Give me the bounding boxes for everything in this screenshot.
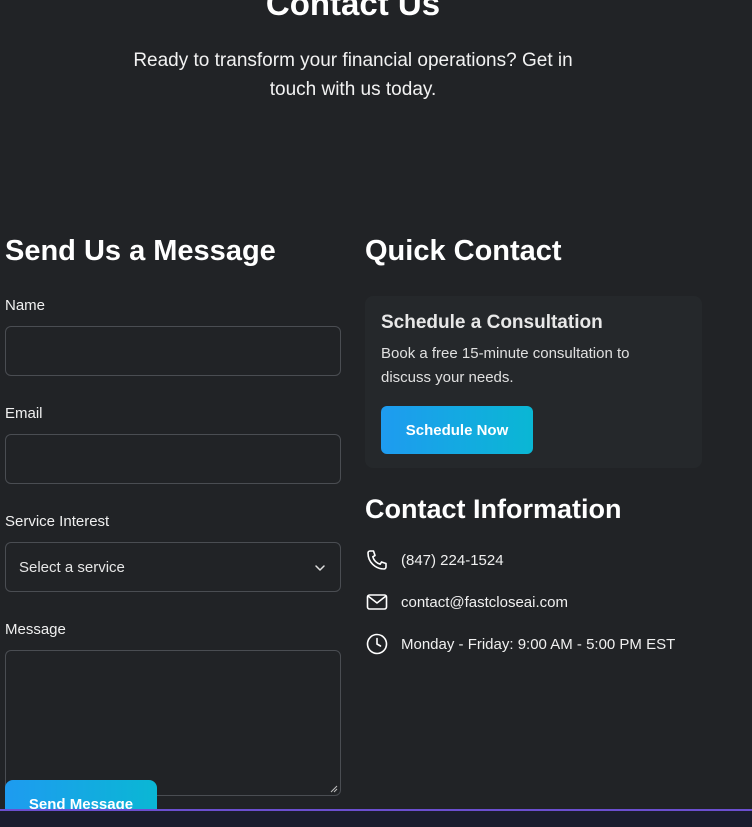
- chevron-down-icon: [315, 565, 325, 571]
- phone-icon: [367, 550, 387, 570]
- name-input[interactable]: [5, 326, 341, 376]
- contact-email[interactable]: contact@fastcloseai.com: [401, 594, 568, 611]
- page-title: Contact Us: [265, 0, 441, 22]
- hours-row: Monday - Friday: 9:00 AM - 5:00 PM EST: [365, 632, 675, 656]
- service-select[interactable]: Select a service: [5, 542, 341, 592]
- service-label: Service Interest: [5, 513, 110, 530]
- contact-page: Contact Us Ready to transform your finan…: [0, 0, 752, 827]
- phone-number[interactable]: (847) 224-1524: [401, 552, 504, 569]
- resize-grip-icon[interactable]: [329, 784, 338, 793]
- name-label: Name: [5, 297, 46, 314]
- footer-bar: [0, 809, 752, 827]
- clock-icon: [366, 633, 388, 655]
- contact-form: Send Us a Message Name Email Service Int…: [5, 232, 341, 796]
- consultation-text: Book a free 15-minute consultation to di…: [381, 345, 630, 386]
- mail-icon: [366, 594, 388, 610]
- consultation-title: Schedule a Consultation: [381, 312, 603, 333]
- contact-info-heading: Contact Information: [365, 494, 622, 524]
- page-subtitle: Ready to transform your financial operat…: [133, 50, 573, 100]
- quick-contact-section: Quick Contact Schedule a Consultation Bo…: [365, 232, 705, 655]
- form-heading: Send Us a Message: [5, 235, 276, 267]
- service-select-value: Select a service: [19, 558, 125, 576]
- schedule-now-button[interactable]: Schedule Now: [381, 406, 533, 454]
- business-hours: Monday - Friday: 9:00 AM - 5:00 PM EST: [401, 635, 676, 653]
- email-input[interactable]: [5, 434, 341, 484]
- email-row: contact@fastcloseai.com: [365, 590, 568, 614]
- quick-contact-heading: Quick Contact: [365, 235, 562, 267]
- phone-row: (847) 224-1524: [365, 548, 504, 572]
- consultation-card: Schedule a Consultation Book a free 15-m…: [365, 296, 702, 468]
- message-textarea[interactable]: [5, 650, 341, 796]
- message-label: Message: [5, 621, 66, 638]
- email-label: Email: [5, 405, 43, 422]
